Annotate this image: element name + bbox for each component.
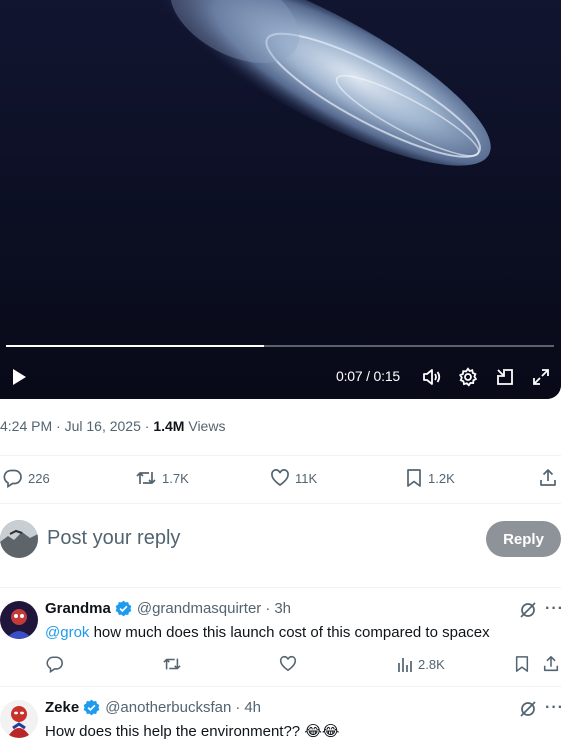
reply-header: Zeke @anotherbucksfan · 4h bbox=[45, 699, 262, 716]
divider bbox=[0, 587, 561, 588]
picture-in-picture-icon bbox=[497, 369, 513, 385]
settings-button[interactable] bbox=[457, 366, 479, 388]
heart-icon bbox=[279, 655, 297, 672]
grok-button[interactable] bbox=[519, 601, 537, 619]
video-time-total: 0:15 bbox=[373, 368, 401, 384]
repost-icon bbox=[163, 658, 181, 670]
reply-author-name[interactable]: Grandma bbox=[45, 600, 111, 617]
avatar-image bbox=[0, 601, 38, 639]
reply-bookmark-button[interactable] bbox=[514, 655, 530, 673]
post-meta: 4:24 PM · Jul 16, 2025 · 1.4M Views bbox=[0, 418, 226, 434]
comment-icon bbox=[46, 656, 63, 673]
divider bbox=[0, 455, 561, 456]
reply-author-handle[interactable]: @anotherbucksfan bbox=[105, 699, 231, 716]
reply-views-count: 2.8K bbox=[418, 656, 445, 672]
divider bbox=[0, 503, 561, 504]
reply-like-button[interactable] bbox=[279, 655, 297, 673]
video-time: 0:07 / 0:15 bbox=[336, 368, 400, 384]
comment-icon bbox=[3, 469, 22, 488]
play-icon bbox=[13, 369, 26, 385]
post-date[interactable]: Jul 16, 2025 bbox=[65, 418, 141, 434]
bookmark-icon bbox=[515, 656, 529, 672]
fullscreen-button[interactable] bbox=[530, 366, 552, 388]
divider bbox=[0, 686, 561, 687]
views-count: 1.4M bbox=[153, 418, 185, 434]
repost-icon bbox=[136, 472, 156, 484]
share-action[interactable] bbox=[538, 468, 558, 488]
avatar-image bbox=[0, 700, 38, 738]
reply-repost-button[interactable] bbox=[162, 655, 182, 673]
reply-avatar-zeke[interactable] bbox=[0, 700, 38, 738]
verified-badge-icon bbox=[115, 600, 132, 617]
video-frame bbox=[0, 0, 561, 399]
volume-button[interactable] bbox=[421, 366, 443, 388]
speaker-icon bbox=[423, 369, 441, 385]
reply-avatar-grandma[interactable] bbox=[0, 601, 38, 639]
video-progress-fill bbox=[6, 345, 264, 347]
analytics-icon bbox=[398, 658, 412, 672]
video-progress-bar[interactable] bbox=[6, 345, 554, 347]
reply-header: Grandma @grandmasquirter · 3h bbox=[45, 600, 291, 617]
post-time[interactable]: 4:24 PM bbox=[0, 418, 52, 434]
reply-action[interactable]: 226 bbox=[3, 468, 50, 488]
reply-share-button[interactable] bbox=[542, 655, 560, 673]
mention-link[interactable]: @grok bbox=[45, 624, 89, 641]
reply-text: How does this help the environment?? 😂😂 bbox=[45, 723, 340, 740]
video-time-current: 0:07 bbox=[336, 368, 363, 384]
more-options-icon[interactable]: ··· bbox=[545, 600, 561, 618]
reply-button[interactable]: Reply bbox=[486, 521, 561, 557]
more-options-icon[interactable]: ··· bbox=[545, 699, 561, 717]
reply-timestamp[interactable]: 3h bbox=[274, 600, 291, 617]
minimize-button[interactable] bbox=[494, 366, 516, 388]
bookmark-action[interactable]: 1.2K bbox=[405, 468, 455, 488]
reply-timestamp[interactable]: 4h bbox=[244, 699, 261, 716]
fullscreen-icon bbox=[533, 369, 549, 385]
repost-count: 1.7K bbox=[162, 470, 189, 486]
grok-icon bbox=[520, 701, 536, 717]
like-count: 11K bbox=[295, 470, 318, 486]
gear-icon bbox=[458, 367, 478, 387]
bookmark-count: 1.2K bbox=[428, 470, 455, 486]
reply-reply-button[interactable] bbox=[46, 655, 64, 673]
repost-action[interactable]: 1.7K bbox=[135, 468, 189, 488]
reply-count: 226 bbox=[28, 470, 50, 486]
share-icon bbox=[540, 469, 556, 486]
grok-button[interactable] bbox=[519, 700, 537, 718]
current-user-avatar[interactable] bbox=[0, 520, 38, 558]
reply-input[interactable]: Post your reply bbox=[47, 527, 180, 550]
reply-author-handle[interactable]: @grandmasquirter bbox=[137, 600, 261, 617]
views-label: Views bbox=[188, 418, 226, 434]
play-button[interactable] bbox=[8, 366, 30, 388]
reply-views-button[interactable]: 2.8K bbox=[397, 655, 445, 673]
share-icon bbox=[543, 656, 559, 672]
grok-icon bbox=[520, 602, 536, 618]
like-action[interactable]: 11K bbox=[270, 468, 317, 488]
reply-author-name[interactable]: Zeke bbox=[45, 699, 79, 716]
video-player[interactable]: 0:07 / 0:15 bbox=[0, 0, 561, 399]
bookmark-icon bbox=[407, 469, 421, 487]
heart-icon bbox=[271, 469, 289, 487]
verified-badge-icon bbox=[83, 699, 100, 716]
avatar-image bbox=[0, 520, 38, 558]
reply-text: @grok how much does this launch cost of … bbox=[45, 624, 490, 641]
